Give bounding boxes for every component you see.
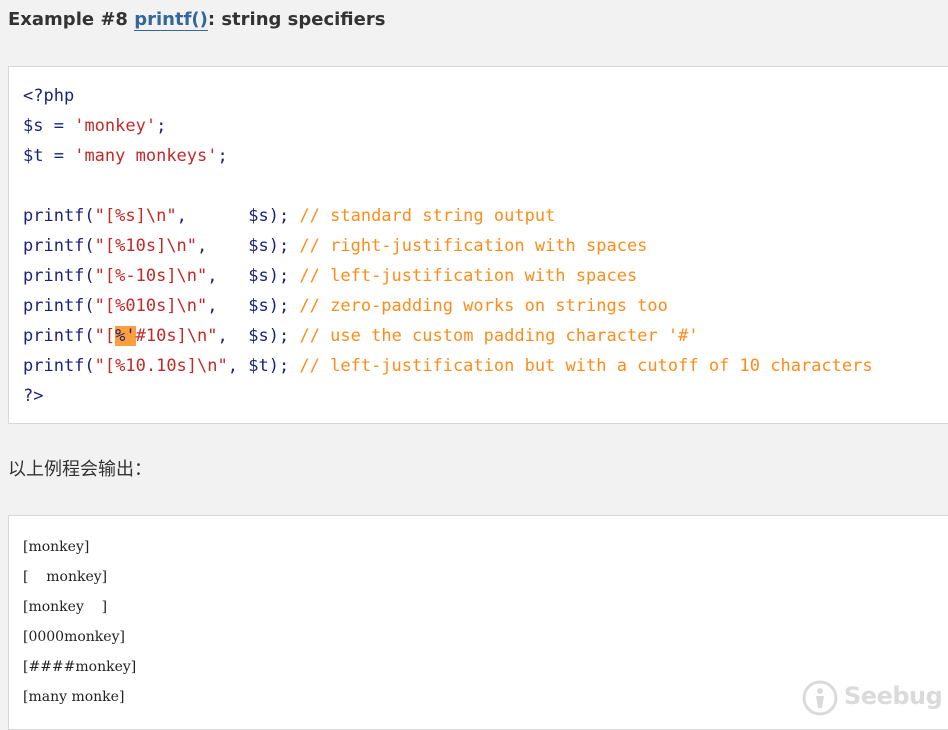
code-token: ?> [23, 386, 44, 406]
code-token: $s [248, 326, 269, 346]
code-token: printf [23, 236, 85, 256]
output-line: [many monke] [23, 689, 125, 705]
code-token: , [217, 326, 249, 346]
seebug-logo-icon [802, 680, 838, 716]
code-token: // left-justification but with a cutoff … [299, 356, 873, 376]
watermark-text: Seebug [844, 682, 943, 710]
output-caption: 以上例程会输出： [8, 459, 152, 480]
code-token: // right-justification with spaces [299, 236, 648, 256]
code-token: ); [268, 356, 300, 376]
code-token: ( [84, 266, 95, 286]
code-token: printf [23, 296, 85, 316]
code-token: "[%10s]\n" [94, 236, 198, 256]
code-token: // standard string output [299, 206, 556, 226]
example-title: Example #8 printf(): string specifiers [8, 8, 385, 32]
code-token: ; [217, 146, 228, 166]
code-token: ); [268, 206, 300, 226]
code-token: $s [23, 116, 44, 136]
code-token: "[%10.10s]\n" [94, 356, 228, 376]
code-token: $s [248, 206, 269, 226]
code-token: printf [23, 206, 85, 226]
code-token: ( [84, 296, 95, 316]
output-listing: [monkey] [ monkey] [monkey ] [0000monkey] [#… [23, 532, 136, 712]
code-token: "[%010s]\n" [94, 296, 208, 316]
code-token: <?php [23, 86, 75, 106]
code-token: "[ [94, 326, 116, 346]
code-line: printf("[%-10s]\n", $s); // left-justifi… [23, 261, 873, 291]
code-line: $s = 'monkey'; [23, 111, 873, 141]
code-token: "[%-10s]\n" [94, 266, 208, 286]
code-token: ( [84, 326, 95, 346]
code-token: #10s]\n" [135, 326, 218, 346]
code-line: printf("[%10s]\n", $s); // right-justifi… [23, 231, 873, 261]
example-title-prefix: Example #8 [8, 9, 135, 30]
code-token: ( [84, 356, 95, 376]
code-token: = [43, 146, 75, 166]
code-token: printf [23, 356, 85, 376]
code-line: printf("[%10.10s]\n", $t); // left-justi… [23, 351, 873, 381]
code-line: $t = 'many monkeys'; [23, 141, 873, 171]
code-token: printf [23, 326, 85, 346]
code-token: 'many monkeys' [74, 146, 218, 166]
output-line: [ monkey] [23, 569, 108, 585]
code-line: printf("[%'#10s]\n", $s); // use the cus… [23, 321, 873, 351]
code-token: ); [268, 266, 300, 286]
code-listing: <?php $s = 'monkey'; $t = 'many monkeys'; p… [23, 81, 873, 411]
code-token: ( [84, 206, 95, 226]
code-token: , [207, 296, 249, 316]
code-token: %' [115, 326, 136, 346]
output-line: [####monkey] [23, 659, 137, 675]
code-token: , [197, 236, 249, 256]
code-line: ?> [23, 381, 873, 411]
printf-function-link[interactable]: printf() [134, 9, 208, 31]
code-line: printf("[%s]\n", $s); // standard string… [23, 201, 873, 231]
seebug-watermark: Seebug [800, 676, 943, 720]
code-line: printf("[%010s]\n", $s); // zero-padding… [23, 291, 873, 321]
php-code-block: <?php $s = 'monkey'; $t = 'many monkeys'; p… [8, 66, 948, 424]
code-token: $t [23, 146, 44, 166]
code-token: 'monkey' [74, 116, 157, 136]
code-token: , [227, 356, 249, 376]
output-line: [monkey] [23, 539, 90, 555]
code-token: // zero-padding works on strings too [299, 296, 668, 316]
code-token: $s [248, 236, 269, 256]
output-line: [0000monkey] [23, 629, 125, 645]
code-token: , [176, 206, 249, 226]
example-title-suffix: : string specifiers [207, 9, 386, 30]
code-token: "[%s]\n" [94, 206, 177, 226]
code-token: , [207, 266, 249, 286]
code-token: ); [268, 326, 300, 346]
code-token: ; [156, 116, 167, 136]
code-token: $s [248, 296, 269, 316]
code-token: printf [23, 266, 85, 286]
code-token: $t [248, 356, 269, 376]
code-token: ); [268, 296, 300, 316]
code-token: ( [84, 236, 95, 256]
code-token: ); [268, 236, 300, 256]
code-token: // left-justification with spaces [299, 266, 638, 286]
code-token: // use the custom padding character '#' [299, 326, 699, 346]
output-line: [monkey ] [23, 599, 108, 615]
code-token: $s [248, 266, 269, 286]
code-token: = [43, 116, 75, 136]
code-line: <?php [23, 81, 873, 111]
